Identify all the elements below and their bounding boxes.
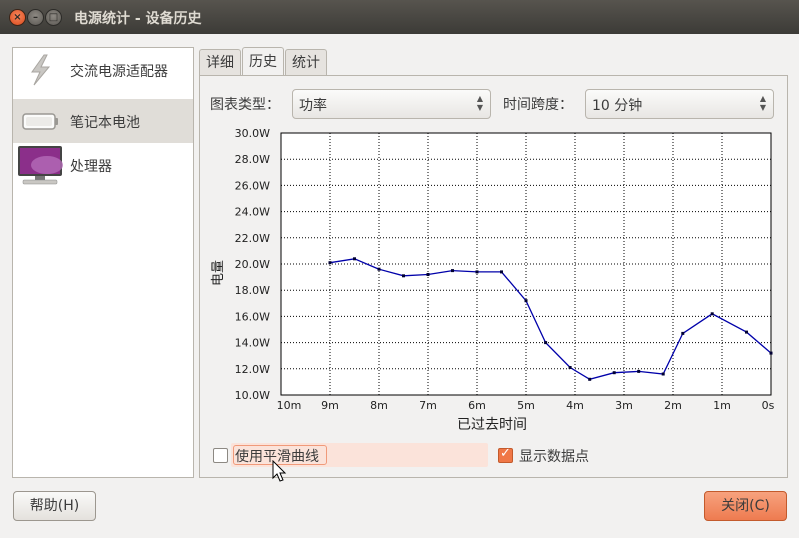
device-item-ac-adapter[interactable]: 交流电源适配器 [13,48,193,92]
device-label: 笔记本电池 [70,115,140,131]
spin-arrows-icon: ▲ ▼ [476,94,483,112]
device-list[interactable]: 交流电源适配器 笔记本电池 处理器 [12,47,194,478]
maximize-icon: □ [48,12,59,23]
spin-arrows-icon: ▲ ▼ [759,94,766,112]
help-button[interactable]: 帮助(H) [13,491,96,521]
device-item-processor[interactable]: 处理器 [13,143,193,187]
tab-history[interactable]: 历史 [242,47,284,77]
tab-statistics[interactable]: 统计 [285,49,327,76]
tab-details[interactable]: 详细 [199,49,241,76]
timespan-label: 时间跨度： [503,97,573,113]
mouse-cursor-icon [272,460,287,482]
points-label[interactable]: 显示数据点 [519,446,589,466]
timespan-combo[interactable]: 10 分钟 ▲ ▼ [585,89,774,119]
graph-type-combo[interactable]: 功率 ▲ ▼ [292,89,491,119]
device-label: 交流电源适配器 [70,64,168,80]
graph-type-value: 功率 [299,98,327,114]
window-maximize-button[interactable]: □ [45,9,62,26]
device-label: 处理器 [70,159,112,175]
title-bar: × – □ 电源统计 - 设备历史 [0,0,799,34]
window-close-button[interactable]: × [9,9,26,26]
close-icon: × [13,12,22,23]
graph-type-label: 图表类型： [210,97,280,113]
close-button[interactable]: 关闭(C) [704,491,787,521]
device-item-battery[interactable]: 笔记本电池 [13,99,193,143]
minimize-icon: – [33,12,38,23]
timespan-value: 10 分钟 [592,98,643,114]
monitor-icon [18,146,63,185]
lightning-icon [31,54,51,86]
window-title: 电源统计 - 设备历史 [74,11,202,27]
battery-icon [22,113,58,130]
window-minimize-button[interactable]: – [27,9,44,26]
points-checkbox[interactable] [498,446,513,463]
history-panel [199,75,788,478]
smooth-checkbox[interactable] [213,448,228,463]
